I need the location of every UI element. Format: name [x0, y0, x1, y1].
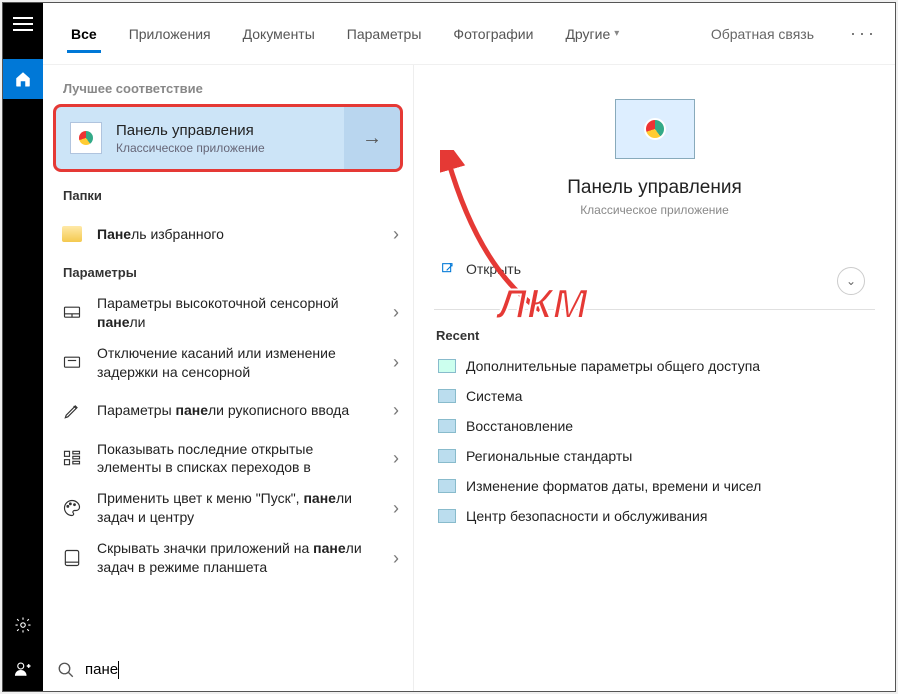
settings-result[interactable]: Показывать последние открытые элементы в…	[43, 434, 413, 484]
taskbar-vertical	[3, 3, 43, 691]
touchpad-icon	[62, 303, 82, 323]
search-input[interactable]: пане	[85, 661, 399, 679]
more-options[interactable]: ···	[832, 23, 895, 44]
arrow-right-icon[interactable]: →	[344, 107, 400, 169]
tablet-icon	[62, 548, 82, 568]
folder-result[interactable]: Панель избранного ›	[43, 211, 413, 257]
search-icon	[57, 661, 75, 679]
recent-icon	[438, 509, 456, 523]
best-match-subtitle: Классическое приложение	[116, 141, 265, 155]
pen-icon	[62, 401, 82, 421]
settings-result[interactable]: Применить цвет к меню "Пуск", панели зад…	[43, 483, 413, 533]
folder-result-label: Панель избранного	[97, 225, 379, 244]
control-panel-large-icon	[615, 99, 695, 159]
settings-button[interactable]	[3, 603, 43, 647]
open-icon	[440, 261, 456, 277]
chevron-right-icon: ›	[393, 448, 399, 469]
recent-icon	[438, 419, 456, 433]
tab-apps[interactable]: Приложения	[113, 3, 227, 65]
open-label: Открыть	[466, 261, 521, 277]
palette-icon	[62, 498, 82, 518]
recent-icon	[438, 389, 456, 403]
settings-result-label: Параметры высокоточной сенсорной панели	[97, 294, 379, 332]
search-results: Лучшее соответствие Панель управления Кл…	[43, 65, 413, 691]
tab-photos[interactable]: Фотографии	[437, 3, 549, 65]
details-subtitle: Классическое приложение	[580, 203, 729, 217]
best-match-item[interactable]: Панель управления Классическое приложени…	[53, 104, 403, 172]
home-icon	[14, 70, 32, 88]
folder-icon	[62, 226, 82, 242]
feedback-link[interactable]: Обратная связь	[693, 26, 832, 42]
settings-result[interactable]: Параметры панели рукописного ввода ›	[43, 388, 413, 434]
open-action[interactable]: Открыть	[434, 253, 875, 285]
jumplist-icon	[62, 448, 82, 468]
recent-item[interactable]: Восстановление	[434, 411, 875, 441]
settings-result[interactable]: Параметры высокоточной сенсорной панели …	[43, 288, 413, 338]
gear-icon	[14, 616, 32, 634]
recent-header: Recent	[436, 328, 875, 343]
search-bar: пане	[43, 649, 413, 691]
touch-delay-icon	[62, 353, 82, 373]
recent-icon	[438, 479, 456, 493]
settings-result-label: Параметры панели рукописного ввода	[97, 401, 379, 420]
chevron-right-icon: ›	[393, 224, 399, 245]
recent-icon	[438, 359, 456, 373]
best-match-title: Панель управления	[116, 122, 265, 139]
expand-button[interactable]: ⌄	[837, 267, 865, 295]
filter-tabs: Все Приложения Документы Параметры Фотог…	[43, 3, 895, 65]
tab-all[interactable]: Все	[55, 3, 113, 65]
tab-more[interactable]: Другие▾	[549, 3, 635, 65]
section-folders: Папки	[43, 180, 413, 211]
recent-item[interactable]: Региональные стандарты	[434, 441, 875, 471]
chevron-down-icon: ▾	[614, 28, 619, 39]
recent-icon	[438, 449, 456, 463]
settings-result-label: Скрывать значки приложений на панели зад…	[97, 539, 379, 577]
section-settings: Параметры	[43, 257, 413, 288]
recent-item[interactable]: Дополнительные параметры общего доступа	[434, 351, 875, 381]
chevron-right-icon: ›	[393, 498, 399, 519]
tab-settings[interactable]: Параметры	[331, 3, 438, 65]
settings-result[interactable]: Отключение касаний или изменение задержк…	[43, 338, 413, 388]
details-panel: Панель управления Классическое приложени…	[413, 65, 895, 691]
section-best-match: Лучшее соответствие	[43, 73, 413, 104]
settings-result-label: Отключение касаний или изменение задержк…	[97, 344, 379, 382]
details-title: Панель управления	[567, 177, 742, 199]
chevron-right-icon: ›	[393, 352, 399, 373]
tab-docs[interactable]: Документы	[227, 3, 331, 65]
person-icon	[14, 660, 32, 678]
chevron-right-icon: ›	[393, 302, 399, 323]
chevron-right-icon: ›	[393, 400, 399, 421]
hamburger-icon[interactable]	[13, 17, 33, 31]
divider	[434, 309, 875, 310]
settings-result-label: Применить цвет к меню "Пуск", панели зад…	[97, 489, 379, 527]
recent-item[interactable]: Система	[434, 381, 875, 411]
recent-item[interactable]: Центр безопасности и обслуживания	[434, 501, 875, 531]
settings-result-label: Показывать последние открытые элементы в…	[97, 440, 379, 478]
recent-item[interactable]: Изменение форматов даты, времени и чисел	[434, 471, 875, 501]
settings-result[interactable]: Скрывать значки приложений на панели зад…	[43, 533, 413, 583]
chevron-right-icon: ›	[393, 548, 399, 569]
control-panel-icon	[70, 122, 102, 154]
home-button[interactable]	[3, 59, 43, 99]
profile-button[interactable]	[3, 647, 43, 691]
